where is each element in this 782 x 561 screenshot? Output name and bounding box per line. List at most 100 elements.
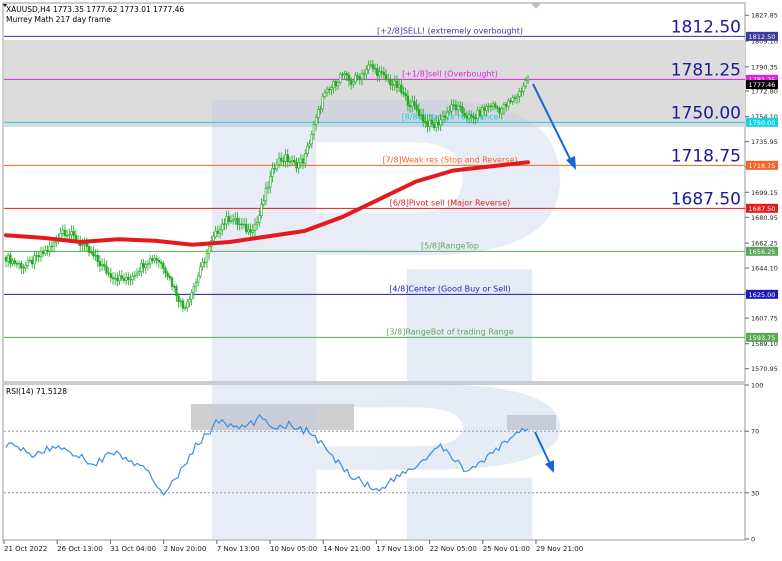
- time-tick-label: 25 Nov 01:00: [483, 545, 530, 553]
- candle-body: [485, 106, 488, 111]
- candle-body: [177, 295, 180, 303]
- rsi-tick-label: 70: [751, 428, 759, 436]
- candle-body: [275, 164, 279, 170]
- candle-body: [406, 95, 410, 106]
- time-axis: 21 Oct 2022 26 Oct 13:00 31 Oct 04:00 2 Nov…: [3, 540, 583, 553]
- candle-body: [262, 200, 265, 205]
- candle-body: [360, 73, 364, 80]
- candle-body: [118, 275, 121, 282]
- candle-body: [286, 154, 289, 162]
- candle-body: [356, 75, 359, 78]
- rsi-pane: 100 70 30 0 RSI(14) 71.5128: [2, 382, 763, 544]
- candle-body: [343, 73, 346, 75]
- candle-body: [515, 96, 519, 99]
- level-price-marker-text: 1656.25: [749, 248, 776, 256]
- candle-body: [279, 157, 283, 162]
- level-big-label: 1812.50: [671, 17, 741, 37]
- level-price-marker-text: 1687.50: [749, 205, 776, 213]
- candle-body: [378, 71, 381, 76]
- candle-body: [402, 92, 405, 95]
- candle-body: [330, 87, 333, 90]
- murrey-label: [+1/8]sell (Overbought): [402, 69, 498, 78]
- candle-body: [358, 76, 362, 80]
- rsi-axis: 100 70 30 0: [745, 382, 763, 544]
- candle-body: [255, 221, 259, 225]
- candle-body: [336, 82, 340, 87]
- candle-body: [245, 223, 248, 233]
- rsi-tick-label: 30: [751, 489, 759, 497]
- candle-body: [411, 101, 414, 107]
- candle-body: [166, 272, 169, 277]
- indicator-name: Murrey Math 217 day frame: [6, 15, 111, 24]
- candle-body: [502, 103, 506, 109]
- candle-body: [470, 114, 473, 117]
- candle-body: [50, 245, 54, 248]
- price-tick-label: 1662.25: [751, 240, 778, 248]
- candle-body: [400, 84, 403, 93]
- candle-body: [253, 223, 257, 231]
- murrey-label: [4/8]Center (Good Buy or Sell): [389, 284, 510, 293]
- candle-body: [478, 110, 482, 117]
- candle-body: [186, 301, 189, 308]
- candle-body: [205, 253, 209, 263]
- chart-stage: [+2/8]SELL! (extremely overbought) [+1/8]…: [0, 0, 782, 557]
- candle-body: [81, 244, 84, 246]
- candle-body: [144, 264, 147, 268]
- candle-body: [33, 255, 36, 265]
- candle-body: [9, 254, 12, 264]
- candle-body: [192, 286, 196, 294]
- candle-body: [317, 109, 320, 118]
- candle-body: [142, 262, 145, 268]
- time-tick-label: 21 Oct 2022: [4, 545, 47, 553]
- candle-body: [319, 108, 322, 110]
- candle-body: [367, 64, 370, 70]
- candle-body: [345, 73, 348, 76]
- candle-body: [107, 272, 110, 275]
- candle-body: [68, 234, 71, 236]
- candle-body: [249, 229, 252, 233]
- candle-body: [264, 187, 268, 202]
- candle-body: [415, 104, 418, 110]
- candle-body: [518, 91, 521, 97]
- price-tick-label: 1735.95: [751, 138, 778, 146]
- price-axis: 1827.851809.101790.351772.801754.101735.…: [745, 12, 778, 373]
- candle-body: [83, 243, 86, 246]
- candle-body: [500, 108, 503, 114]
- candle-body: [299, 158, 303, 163]
- candle-body: [474, 117, 477, 120]
- price-tick-label: 1607.75: [751, 315, 778, 323]
- candle-body: [362, 73, 366, 75]
- price-pane: [+2/8]SELL! (extremely overbought) [+1/8]…: [2, 2, 778, 383]
- candle-body: [435, 121, 438, 129]
- candle-body: [138, 271, 141, 274]
- current-price-marker-text: 1777.46: [749, 81, 776, 89]
- candle-body: [511, 97, 514, 102]
- candle-body: [373, 68, 377, 70]
- candle-body: [155, 258, 158, 261]
- candle-body: [190, 292, 193, 300]
- candle-body: [467, 114, 471, 119]
- candle-body: [48, 245, 51, 252]
- candle-body: [472, 116, 475, 118]
- candle-body: [498, 108, 501, 114]
- level-big-label: 1718.75: [671, 146, 741, 166]
- candle-body: [448, 110, 451, 113]
- candle-body: [109, 273, 113, 278]
- candle-body: [92, 251, 95, 257]
- price-tick-label: 1790.35: [751, 63, 778, 71]
- candle-body: [334, 81, 337, 87]
- candle-body: [65, 235, 69, 237]
- candle-body: [323, 92, 327, 97]
- candle-body: [380, 71, 383, 73]
- candle-body: [282, 160, 285, 163]
- candle-body: [218, 229, 222, 234]
- candle-body: [103, 264, 106, 267]
- candle-body: [301, 158, 305, 164]
- price-tick-label: 1827.85: [751, 12, 778, 20]
- candle-body: [13, 260, 16, 264]
- candle-body: [465, 115, 469, 119]
- candle-body: [201, 261, 204, 267]
- candle-body: [94, 254, 97, 257]
- candle-body: [306, 145, 309, 155]
- time-tick-label: 29 Nov 21:00: [536, 545, 583, 553]
